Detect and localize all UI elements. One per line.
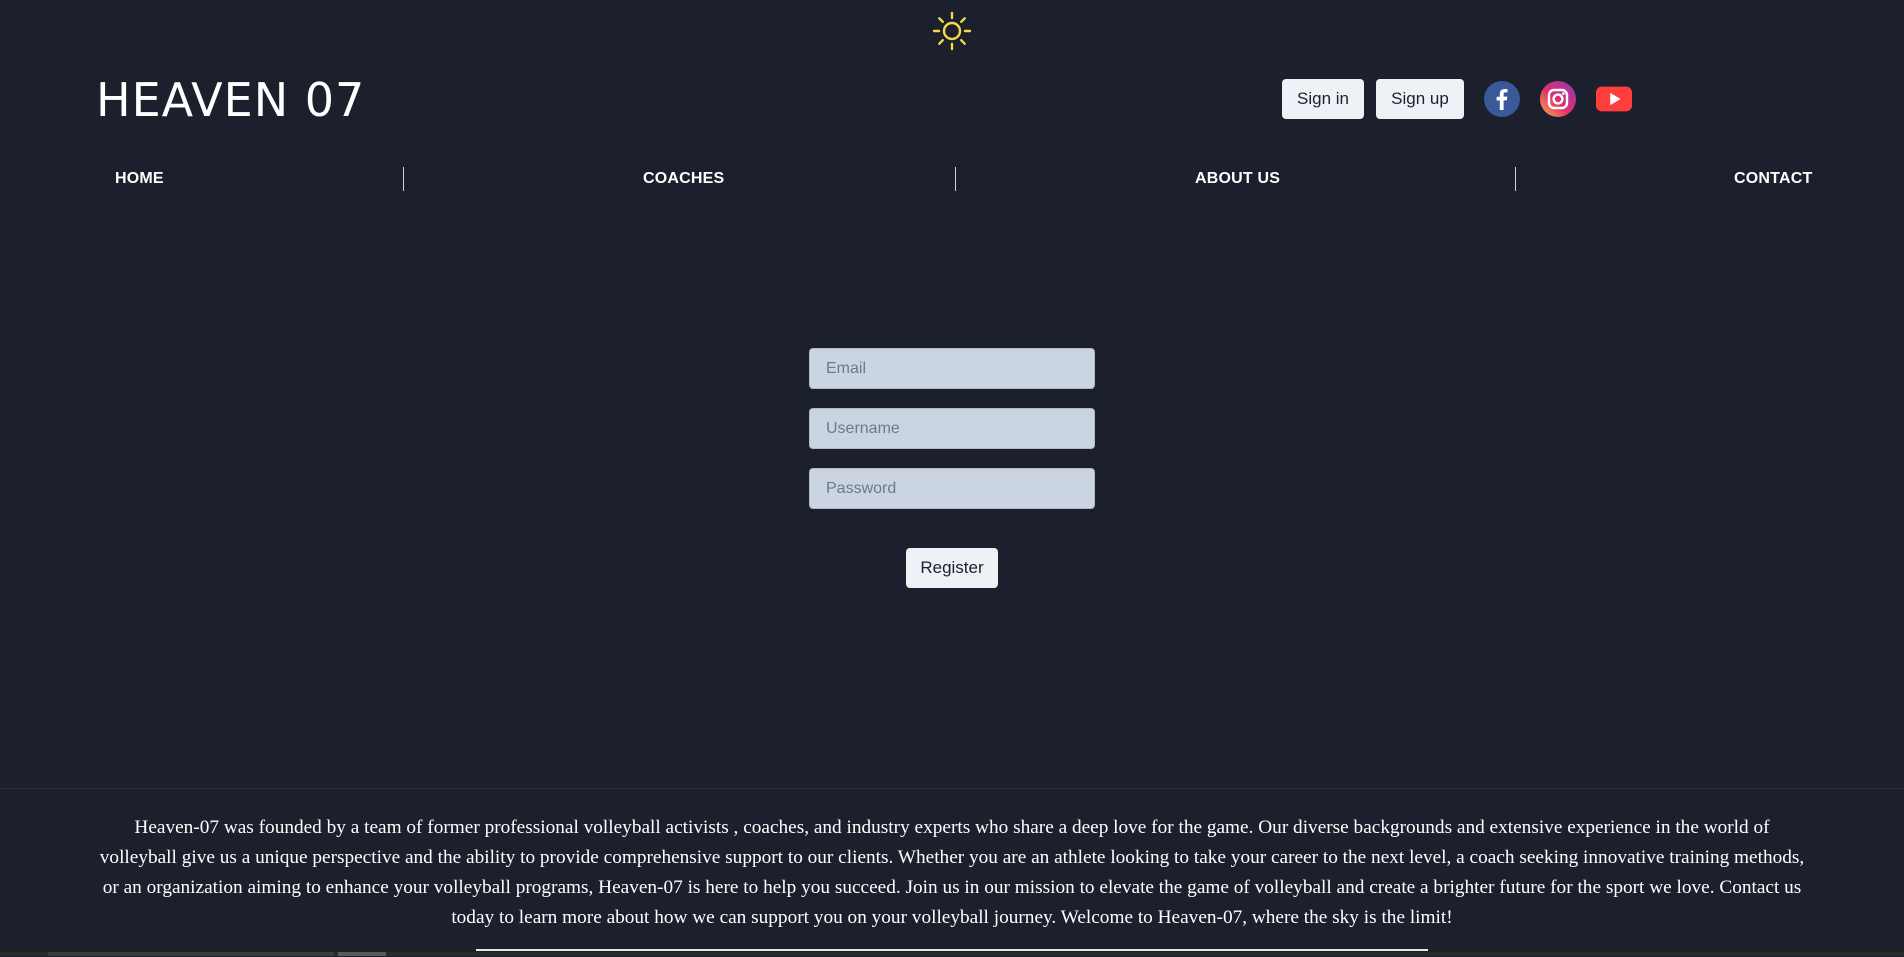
instagram-icon xyxy=(1540,81,1576,117)
site-logo[interactable]: HEAVEN 07 xyxy=(96,70,365,130)
nav-home[interactable]: HOME xyxy=(115,170,164,188)
nav-about-us[interactable]: ABOUT US xyxy=(1195,170,1280,188)
theme-toggle-button[interactable] xyxy=(931,10,973,52)
youtube-link[interactable] xyxy=(1596,81,1634,117)
main-nav: HOME COACHES ABOUT US CONTACT xyxy=(0,162,1904,198)
header-actions: Sign in Sign up xyxy=(1282,79,1654,119)
sign-in-button[interactable]: Sign in xyxy=(1282,79,1364,119)
nav-coaches[interactable]: COACHES xyxy=(643,170,724,188)
youtube-icon xyxy=(1596,86,1632,112)
nav-divider xyxy=(403,167,404,191)
register-button-wrap: Register xyxy=(906,548,998,588)
taskbar-item xyxy=(48,952,334,956)
facebook-link[interactable] xyxy=(1484,81,1520,117)
page: HEAVEN 07 Sign in Sign up HOME COACHES A… xyxy=(0,0,1904,957)
email-input[interactable] xyxy=(809,348,1095,389)
footer-about-text: Heaven-07 was founded by a team of forme… xyxy=(99,817,1805,928)
nav-divider xyxy=(1515,167,1516,191)
taskbar-strip xyxy=(0,952,1904,956)
header-divider xyxy=(0,239,1904,240)
sun-icon xyxy=(932,11,972,51)
sign-up-button[interactable]: Sign up xyxy=(1376,79,1464,119)
nav-contact[interactable]: CONTACT xyxy=(1734,170,1812,188)
facebook-icon xyxy=(1484,81,1520,117)
register-form xyxy=(809,348,1095,528)
username-input[interactable] xyxy=(809,408,1095,449)
nav-divider xyxy=(955,167,956,191)
footer-divider xyxy=(476,949,1428,951)
register-button[interactable]: Register xyxy=(906,548,998,588)
password-input[interactable] xyxy=(809,468,1095,509)
instagram-link[interactable] xyxy=(1540,81,1576,117)
taskbar-item xyxy=(338,952,386,956)
footer: Heaven-07 was founded by a team of forme… xyxy=(0,788,1904,957)
